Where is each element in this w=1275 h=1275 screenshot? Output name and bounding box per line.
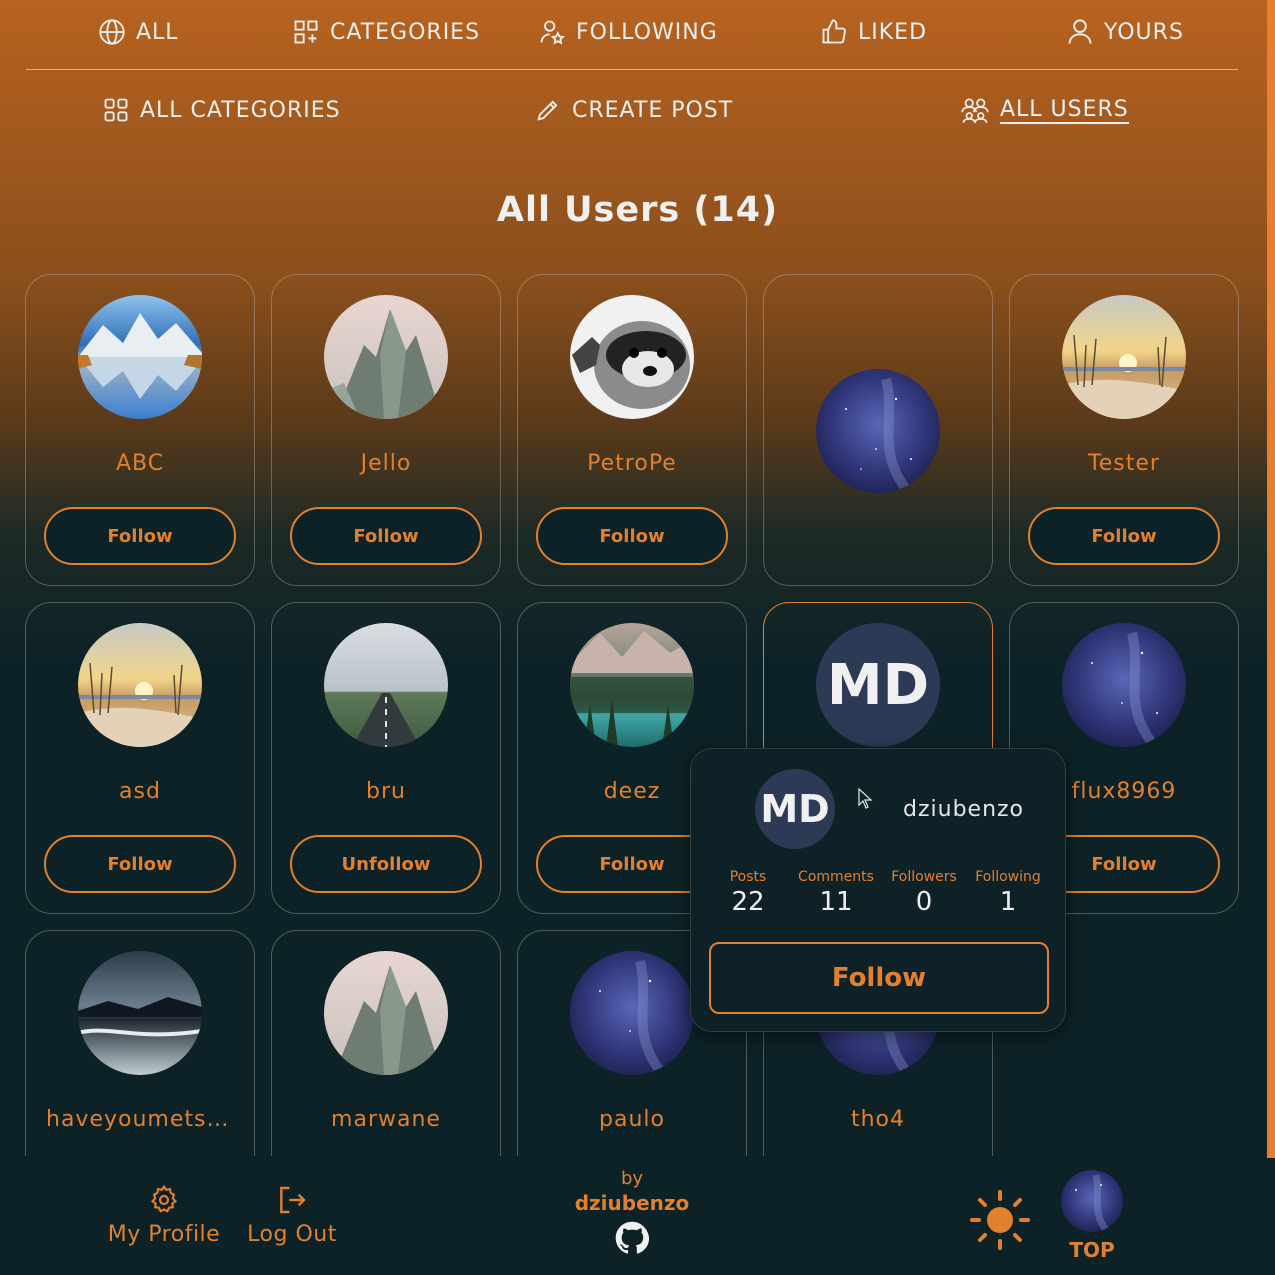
- follow-button[interactable]: Follow: [536, 507, 728, 565]
- avatar: [324, 623, 448, 747]
- user-card[interactable]: ABC Follow: [25, 274, 255, 586]
- scrollbar[interactable]: [1267, 0, 1275, 1158]
- username: marwane: [331, 1107, 441, 1132]
- globe-icon: [98, 18, 126, 46]
- nav-liked[interactable]: LIKED: [820, 14, 927, 50]
- avatar: [324, 295, 448, 419]
- nav-yours[interactable]: YOURS: [1066, 14, 1184, 50]
- credit: by dziubenzo: [537, 1168, 727, 1255]
- stat-label: Followers: [891, 869, 957, 885]
- avatar: [570, 623, 694, 747]
- pencil-icon: [534, 96, 562, 124]
- nav-label: ALL: [136, 19, 179, 45]
- nav-label: YOURS: [1104, 19, 1184, 45]
- stat-value: 1: [999, 887, 1017, 917]
- stat-label: Posts: [729, 869, 767, 885]
- user-star-icon: [538, 18, 566, 46]
- user-icon: [1066, 18, 1094, 46]
- user-card[interactable]: haveyoumetsa..: [25, 930, 255, 1156]
- credit-author[interactable]: dziubenzo: [537, 1191, 727, 1215]
- nav-categories[interactable]: CATEGORIES: [292, 14, 480, 50]
- avatar: [1062, 623, 1186, 747]
- avatar-initials: MD: [816, 623, 940, 747]
- username: asd: [119, 779, 161, 804]
- follow-button[interactable]: Follow: [290, 507, 482, 565]
- avatar: [78, 951, 202, 1075]
- top-nav: ALL CATEGORIES FOLLOWING LIKED YOURS: [26, 0, 1238, 70]
- footer: My Profile Log Out by dziubenzo TOP: [0, 1158, 1275, 1275]
- subnav-all-users[interactable]: ALL USERS: [960, 92, 1129, 128]
- popup-avatar: MD: [755, 769, 835, 849]
- username: bru: [366, 779, 406, 804]
- stat-label: Comments: [798, 869, 874, 885]
- scroll-top-button[interactable]: TOP: [1058, 1170, 1126, 1262]
- sun-icon[interactable]: [970, 1190, 1030, 1254]
- subnav-label: ALL CATEGORIES: [140, 97, 341, 123]
- mouse-cursor-icon: [858, 787, 874, 814]
- popup-username[interactable]: dziubenzo: [903, 797, 1024, 822]
- username: tho4: [850, 1107, 906, 1132]
- users-icon: [960, 96, 990, 124]
- user-hover-card: MD dziubenzo Posts 22 Comments 11 Follow…: [690, 748, 1066, 1032]
- nav-label: CATEGORIES: [330, 19, 481, 45]
- user-card[interactable]: Jello Follow: [271, 274, 501, 586]
- user-card[interactable]: [763, 274, 993, 586]
- username: paulo: [599, 1107, 665, 1132]
- page-title: All Users (14): [496, 190, 779, 230]
- user-card[interactable]: asd Follow: [25, 602, 255, 914]
- nav-all[interactable]: ALL: [98, 14, 179, 50]
- log-out-label: Log Out: [247, 1222, 337, 1247]
- log-out-link[interactable]: Log Out: [240, 1184, 344, 1247]
- subnav-label: ALL USERS: [1000, 96, 1129, 124]
- username: haveyoumetsa..: [46, 1107, 237, 1132]
- subnav-create-post[interactable]: CREATE POST: [534, 92, 733, 128]
- popup-follow-button[interactable]: Follow: [709, 942, 1049, 1014]
- username: Tester: [1088, 451, 1160, 476]
- unfollow-button[interactable]: Unfollow: [290, 835, 482, 893]
- grid-icon: [102, 96, 130, 124]
- stat-label: Following: [975, 869, 1041, 885]
- avatar: [78, 295, 202, 419]
- github-icon[interactable]: [537, 1221, 727, 1255]
- stat-followers: Followers 0: [879, 869, 969, 917]
- top-label: TOP: [1069, 1238, 1115, 1262]
- avatar: [1061, 1170, 1123, 1232]
- user-card[interactable]: Tester Follow: [1009, 274, 1239, 586]
- avatar: [570, 951, 694, 1075]
- gear-icon: [104, 1184, 224, 1216]
- follow-button[interactable]: Follow: [44, 507, 236, 565]
- stat-posts: Posts 22: [703, 869, 793, 917]
- stat-value: 11: [819, 887, 853, 917]
- thumbs-up-icon: [820, 18, 848, 46]
- user-card[interactable]: marwane: [271, 930, 501, 1156]
- avatar: [78, 623, 202, 747]
- my-profile-link[interactable]: My Profile: [104, 1184, 224, 1247]
- username: Jello: [360, 451, 412, 476]
- credit-by: by: [620, 1168, 644, 1189]
- subnav-all-categories[interactable]: ALL CATEGORIES: [102, 92, 341, 128]
- nav-label: LIKED: [858, 19, 928, 45]
- avatar: [570, 295, 694, 419]
- my-profile-label: My Profile: [107, 1222, 221, 1247]
- grid-plus-icon: [292, 18, 320, 46]
- username: PetroPe: [587, 451, 677, 476]
- nav-label: FOLLOWING: [576, 19, 718, 45]
- follow-button[interactable]: Follow: [1028, 507, 1220, 565]
- user-card[interactable]: PetroPe Follow: [517, 274, 747, 586]
- stat-value: 22: [731, 887, 765, 917]
- stat-following: Following 1: [963, 869, 1053, 917]
- logout-icon: [240, 1184, 344, 1216]
- subnav-label: CREATE POST: [572, 97, 734, 123]
- nav-following[interactable]: FOLLOWING: [538, 14, 718, 50]
- follow-button[interactable]: Follow: [44, 835, 236, 893]
- avatar: [816, 369, 940, 493]
- username: ABC: [115, 451, 165, 476]
- avatar: [1062, 295, 1186, 419]
- stat-comments: Comments 11: [791, 869, 881, 917]
- stat-value: 0: [915, 887, 933, 917]
- user-card[interactable]: bru Unfollow: [271, 602, 501, 914]
- avatar: [324, 951, 448, 1075]
